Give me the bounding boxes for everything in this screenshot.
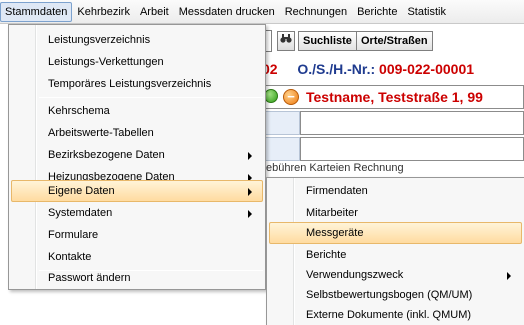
menu-item-systemdaten[interactable]: Systemdaten bbox=[11, 202, 263, 224]
menu-item-kehrschema[interactable]: Kehrschema bbox=[11, 100, 263, 122]
submenu-item-firmendaten[interactable]: Firmendaten bbox=[269, 180, 522, 202]
submenu-arrow-icon bbox=[248, 152, 252, 160]
menu-kehrbezirk[interactable]: Kehrbezirk bbox=[72, 2, 135, 22]
menu-statistik[interactable]: Statistik bbox=[402, 2, 451, 22]
stammdaten-menu: Leistungsverzeichnis Leistungs-Verkettun… bbox=[8, 24, 266, 290]
menu-separator bbox=[39, 97, 263, 98]
minus-circle-icon[interactable]: − bbox=[283, 89, 299, 105]
binoculars-icon[interactable] bbox=[277, 31, 295, 51]
submenu-item-mitarbeiter[interactable]: Mitarbeiter bbox=[269, 202, 522, 224]
submenu-arrow-icon bbox=[248, 210, 252, 218]
side-cell bbox=[262, 137, 300, 161]
submenu-arrow-icon bbox=[248, 188, 252, 196]
menu-item-arbeitswerte-tabellen[interactable]: Arbeitswerte-Tabellen bbox=[11, 122, 263, 144]
menu-messdaten-drucken[interactable]: Messdaten drucken bbox=[174, 2, 280, 22]
menu-item-eigene-daten[interactable]: Eigene Daten bbox=[11, 180, 263, 202]
record-id-value: 009-022-00001 bbox=[379, 61, 475, 77]
submenu-item-berichte[interactable]: Berichte bbox=[269, 244, 522, 266]
menu-item-leistungsverzeichnis[interactable]: Leistungsverzeichnis bbox=[11, 29, 263, 51]
menu-arbeit[interactable]: Arbeit bbox=[135, 2, 174, 22]
status-green-icon[interactable] bbox=[264, 89, 278, 103]
menu-item-passwort-aendern[interactable]: Passwort ändern bbox=[11, 267, 263, 289]
record-id-label: O./S./H.-Nr.: bbox=[297, 61, 376, 77]
record-field-2[interactable] bbox=[300, 137, 524, 161]
submenu-item-verwendungszweck[interactable]: Verwendungszweck bbox=[269, 264, 522, 286]
side-cell bbox=[262, 111, 300, 135]
record-address: Testname, Teststraße 1, 99 bbox=[306, 89, 483, 105]
menu-item-leistungs-verkettungen[interactable]: Leistungs-Verkettungen bbox=[11, 51, 263, 73]
suchliste-button[interactable]: Suchliste bbox=[298, 31, 357, 51]
menu-berichte[interactable]: Berichte bbox=[352, 2, 402, 22]
menu-rechnungen[interactable]: Rechnungen bbox=[280, 2, 352, 22]
submenu-item-messgeraete[interactable]: Messgeräte bbox=[269, 222, 522, 244]
orte-strassen-button[interactable]: Orte/Straßen bbox=[356, 31, 433, 51]
menu-item-formulare[interactable]: Formulare bbox=[11, 224, 263, 246]
submenu-item-externe-dokumente[interactable]: Externe Dokumente (inkl. QMUM) bbox=[269, 304, 522, 325]
record-field-1[interactable] bbox=[300, 111, 524, 135]
menu-item-bezirksbezogene-daten[interactable]: Bezirksbezogene Daten bbox=[11, 144, 263, 166]
record-id-line: 02 O./S./H.-Nr.: 009-022-00001 bbox=[262, 58, 524, 80]
menu-item-kontakte[interactable]: Kontakte bbox=[11, 246, 263, 268]
menu-item-temporaeres-leistungsverzeichnis[interactable]: Temporäres Leistungsverzeichnis bbox=[11, 73, 263, 95]
eigene-daten-submenu: Firmendaten Mitarbeiter Messgeräte Beric… bbox=[266, 177, 524, 325]
menu-stammdaten[interactable]: Stammdaten bbox=[0, 1, 73, 22]
submenu-arrow-icon bbox=[507, 272, 511, 280]
menu-bar: Stammdaten Kehrbezirk Arbeit Messdaten d… bbox=[0, 0, 524, 24]
submenu-item-selbstbewertungsbogen[interactable]: Selbstbewertungsbogen (QM/UM) bbox=[269, 284, 522, 306]
